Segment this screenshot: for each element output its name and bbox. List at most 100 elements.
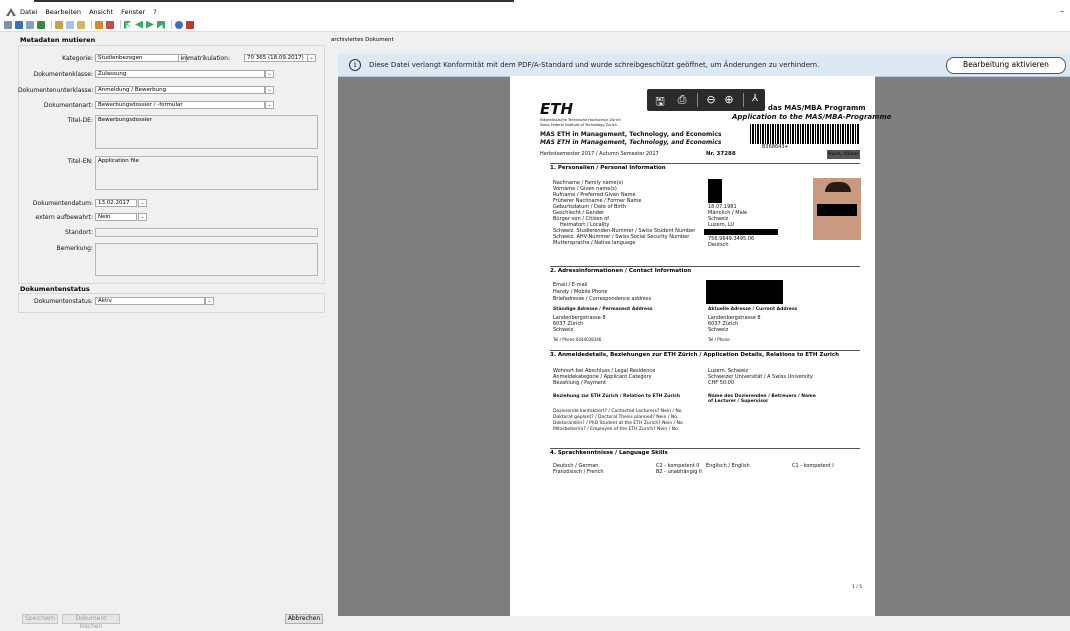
tool-icon[interactable] xyxy=(37,20,45,29)
menu-ansicht[interactable]: Ansicht xyxy=(89,8,113,16)
language-name: Französisch / French xyxy=(553,469,604,475)
dokumentendatum-field[interactable]: 13.02.2017 xyxy=(95,199,137,207)
chevron-down-icon[interactable]: ⌄ xyxy=(265,101,274,109)
zoom-in-icon[interactable]: ⊕ xyxy=(722,93,736,106)
menu-datei[interactable]: Datei xyxy=(20,8,37,16)
s1-value: Deutsch xyxy=(708,242,729,248)
applicant-photo xyxy=(813,178,861,240)
dokumentenklasse-label: Dokumentenklasse: xyxy=(33,71,93,78)
search-doc-icon[interactable] xyxy=(106,20,114,29)
chevron-down-icon[interactable]: ⌄ xyxy=(265,86,274,94)
s3-value: CHF 50.00 xyxy=(708,380,735,386)
form-number: Nr. 37288 xyxy=(706,151,736,157)
menu-help[interactable]: ? xyxy=(153,8,156,16)
current-address-title: Aktuelle Adresse / Current Address xyxy=(708,307,798,312)
status-group-title: Dokumentenstatus xyxy=(20,285,90,293)
chevron-down-icon[interactable]: ⌄ xyxy=(205,297,214,305)
first-icon[interactable] xyxy=(124,20,132,29)
s1-value: Luzern, LU xyxy=(708,222,735,228)
chevron-down-icon[interactable]: ⌄ xyxy=(138,199,147,207)
standort-field[interactable] xyxy=(95,228,318,237)
metadata-group-title: Metadaten mutieren xyxy=(20,36,96,44)
info-icon: i xyxy=(349,59,361,71)
kategorie-label: Kategorie: xyxy=(62,55,93,62)
titel-de-textarea[interactable]: Bewerbungsdossier xyxy=(95,115,318,149)
redaction xyxy=(708,179,722,203)
readonly-info-bar: i Diese Datei verlangt Konformität mit d… xyxy=(338,54,1070,77)
relation-title: Beziehung zur ETH Zürich / Relation to E… xyxy=(553,394,681,399)
pdf-floating-toolbar: 🖫 ⎙ ⊖ ⊕ ⅄ xyxy=(647,89,765,111)
form-title-en: Application to the MAS/MBA-Programme xyxy=(732,113,892,121)
print-icon[interactable] xyxy=(26,20,34,29)
print-icon[interactable]: ⎙ xyxy=(675,93,689,107)
dokumentendatum-label: Dokumentendatum: xyxy=(32,200,93,207)
name-tag: Buch, Oliver xyxy=(827,150,860,159)
s2-label: Email / E-mail xyxy=(553,282,588,288)
chevron-down-icon[interactable]: ⌄ xyxy=(138,213,147,221)
pdf-page: ETH Eidgenössische Technische Hochschule… xyxy=(510,76,892,616)
s1-label: Muttersprache / Native language xyxy=(553,240,636,246)
relation-row: Dozierende kontaktiert? / Contacted Lect… xyxy=(553,409,682,414)
relation-row: Mitarbeiter/in? / Employee of the ETH Zu… xyxy=(553,427,678,432)
help-icon[interactable] xyxy=(175,20,183,29)
save-button[interactable]: Speichern xyxy=(22,614,58,624)
paste-icon[interactable] xyxy=(77,20,85,29)
program-en: MAS ETH in Management, Technology, and E… xyxy=(540,139,722,146)
acrobat-icon[interactable]: ⅄ xyxy=(748,93,762,104)
save-icon[interactable]: 🖫 xyxy=(653,93,667,112)
section-personal: 1. Personalien / Personal Information xyxy=(550,163,860,173)
semester: Herbstsemester 2017 / Autumn Semester 20… xyxy=(540,151,659,157)
chevron-down-icon[interactable]: ⌄ xyxy=(307,54,316,62)
language-level: B2 - unabhängig II xyxy=(656,469,702,475)
address-line: Schweiz xyxy=(708,327,729,333)
last-icon[interactable] xyxy=(157,20,165,29)
barcode-text: B368643+ xyxy=(762,144,789,150)
language-name: Englisch / English xyxy=(706,463,750,469)
menu-bar: Datei Bearbeiten Ansicht Fenster ? – xyxy=(0,6,1070,18)
cut-icon[interactable] xyxy=(55,20,63,29)
next-icon[interactable] xyxy=(146,20,154,29)
document-icon[interactable] xyxy=(95,20,103,29)
relation-row: Doktorand/in? / PhD Student at the ETH Z… xyxy=(553,421,683,426)
address-phone: Tel / Phone xyxy=(708,337,730,342)
app-logo-icon xyxy=(6,8,16,16)
menu-fenster[interactable]: Fenster xyxy=(121,8,145,16)
titel-en-label: Titel-EN: xyxy=(67,158,93,165)
bemerkung-label: Bemerkung: xyxy=(56,245,93,252)
copy-icon[interactable] xyxy=(66,20,74,29)
exit-icon[interactable] xyxy=(186,20,194,29)
delete-document-button[interactable]: Dokument löschen xyxy=(62,614,120,630)
toolbar xyxy=(0,18,1070,32)
redaction xyxy=(704,229,778,235)
enable-editing-button[interactable]: Bearbeitung aktivieren xyxy=(946,57,1066,74)
address-phone: Tel / Phone 0444039346 xyxy=(553,337,602,342)
titel-en-textarea[interactable]: Application file xyxy=(95,156,318,190)
list-icon[interactable] xyxy=(4,20,12,29)
dokumentenklasse-select[interactable]: Zulassung xyxy=(95,70,265,78)
extern-select[interactable]: Nein xyxy=(95,213,137,221)
section-languages: 4. Sprachkenntnisse / Language Skills xyxy=(550,448,860,458)
program-de: MAS ETH in Management, Technology, and E… xyxy=(540,131,722,138)
eth-logo: ETH xyxy=(540,100,574,118)
menu-bearbeiten[interactable]: Bearbeiten xyxy=(45,8,81,16)
lecturer-title: Name des Dozierenden / Betreuers / Name … xyxy=(708,394,816,404)
save-icon[interactable] xyxy=(15,20,23,29)
dokumentenart-select[interactable]: Bewerbungsdossier / -formular xyxy=(95,101,265,109)
immatrikulation-select[interactable]: 70 365 (18.09.2017) xyxy=(244,54,308,62)
standort-label: Standort: xyxy=(65,229,93,236)
eth-line-2: Swiss Federal Institute of Technology Zu… xyxy=(540,123,617,127)
cancel-button[interactable]: Abbrechen xyxy=(285,614,323,624)
minimize-button[interactable]: – xyxy=(1060,7,1064,16)
chevron-down-icon[interactable]: ⌄ xyxy=(265,70,274,78)
dokumentenstatus-select[interactable]: Aktiv xyxy=(95,297,205,305)
dokumentenart-label: Dokumentenart: xyxy=(43,102,93,109)
previous-icon[interactable] xyxy=(135,20,143,29)
zoom-out-icon[interactable]: ⊖ xyxy=(704,93,718,106)
dokumentenunterklasse-select[interactable]: Anmeldung / Bewerbung xyxy=(95,86,265,94)
extern-label: extern aufbewahrt: xyxy=(35,214,93,221)
dokumentenstatus-label: Dokumentenstatus: xyxy=(33,298,93,305)
bemerkung-textarea[interactable] xyxy=(95,243,318,276)
s2-label: Handy / Mobile Phone xyxy=(553,289,608,295)
barcode xyxy=(750,124,860,144)
s3-label: Bezahlung / Payment xyxy=(553,380,607,386)
